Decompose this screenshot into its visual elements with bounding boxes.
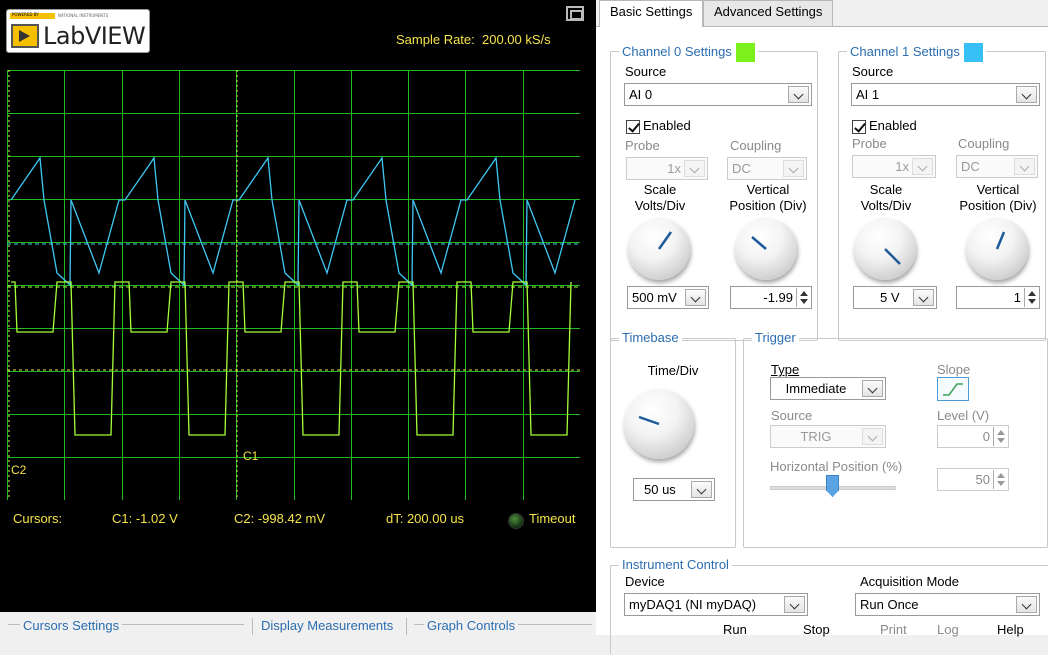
channel0-settings-title: Channel 0 Settings [619, 43, 758, 62]
chevron-down-icon[interactable] [1014, 158, 1035, 175]
labview-logo: POWERED BY NATIONAL INSTRUMENTS LabVIEW [6, 9, 150, 53]
timebase-knob[interactable] [624, 389, 694, 459]
device-select[interactable]: myDAQ1 (NI myDAQ) [624, 593, 808, 616]
channel0-vpos-input[interactable]: -1.99 [730, 286, 812, 309]
logo-text: LabVIEW [43, 22, 146, 50]
chevron-down-icon[interactable] [685, 289, 706, 306]
rising-edge-icon [943, 383, 963, 396]
trigger-hpos-label: Horizontal Position (%) [770, 459, 903, 474]
maximize-icon[interactable] [566, 6, 584, 21]
chevron-down-icon[interactable] [862, 380, 883, 397]
device-label: Device [625, 574, 665, 589]
cursor-c2-label[interactable]: C2 [11, 463, 27, 477]
chevron-down-icon[interactable] [691, 481, 712, 498]
chevron-down-icon[interactable] [862, 428, 883, 445]
acquisition-mode-label: Acquisition Mode [860, 574, 959, 589]
cursor-dt-value: dT: 200.00 us [386, 511, 465, 526]
chevron-down-icon[interactable] [684, 160, 705, 177]
bottom-tab-strip: Cursors Settings Display Measurements Gr… [0, 612, 596, 635]
channel1-enabled-checkbox[interactable] [852, 120, 866, 134]
acquisition-mode-select[interactable]: Run Once [855, 593, 1040, 616]
channel0-scale-label: Scale Volts/Div [634, 182, 686, 213]
tab-basic-settings[interactable]: Basic Settings [599, 0, 704, 27]
logo-powered-by: POWERED BY [12, 12, 39, 17]
cursor-c1-value: C1: -1.02 V [112, 511, 178, 526]
channel0-scale-select[interactable]: 500 mV [627, 286, 709, 309]
trigger-type-label: Type [771, 362, 800, 377]
sample-rate-label: Sample Rate: [396, 32, 475, 47]
cursor-readout-row: Cursors: C1: -1.02 V C2: -998.42 mV dT: … [0, 511, 596, 531]
trigger-level-label: Level (V) [937, 408, 990, 423]
channel0-probe-label: Probe [625, 138, 660, 153]
logo-ni-text: NATIONAL INSTRUMENTS [58, 13, 109, 18]
channel1-vpos-input[interactable]: 1 [956, 286, 1040, 309]
channel0-scale-knob[interactable] [628, 218, 690, 280]
channel1-coupling-select[interactable]: DC [956, 155, 1038, 178]
channel1-coupling-label: Coupling [958, 136, 1010, 151]
labview-logo-icon [11, 24, 39, 48]
timeout-label: Timeout [529, 511, 576, 526]
channel0-enabled-checkbox[interactable] [626, 120, 640, 134]
trigger-title: Trigger [752, 330, 799, 345]
tab-graph-controls[interactable]: Graph Controls [424, 618, 519, 633]
channel0-color-swatch[interactable] [735, 43, 755, 62]
tab-advanced-settings[interactable]: Advanced Settings [703, 0, 834, 26]
channel1-settings-title: Channel 1 Settings [847, 43, 986, 62]
tab-cursors-settings[interactable]: Cursors Settings [20, 618, 123, 633]
cursor-c2-value: C2: -998.42 mV [234, 511, 326, 526]
channel0-vpos-knob[interactable] [735, 218, 797, 280]
chevron-down-icon[interactable] [1016, 86, 1037, 103]
chevron-down-icon[interactable] [912, 158, 933, 175]
channel0-source-select[interactable]: AI 0 [624, 83, 812, 106]
channel1-enabled-label: Enabled [869, 118, 917, 133]
trigger-slope-label: Slope [937, 362, 971, 377]
spinner-icon[interactable] [1024, 288, 1038, 307]
trigger-source-label: Source [771, 408, 813, 423]
channel1-probe-label: Probe [852, 136, 887, 151]
trigger-slope-button[interactable] [937, 377, 969, 401]
channel0-coupling-select[interactable]: DC [727, 157, 807, 180]
spinner-icon[interactable] [993, 470, 1007, 489]
channel0-vpos-label: Vertical Position (Div) [729, 182, 807, 213]
channel1-source-label: Source [852, 64, 894, 79]
channel1-scale-knob[interactable] [854, 218, 916, 280]
instrument-control-title: Instrument Control [619, 557, 732, 572]
timeout-led-icon [508, 513, 524, 529]
settings-panel: Basic Settings Advanced Settings Channel… [596, 0, 1048, 655]
channel1-scale-label: Scale Volts/Div [860, 182, 912, 213]
channel1-source-select[interactable]: AI 1 [851, 83, 1040, 106]
chevron-down-icon[interactable] [1016, 596, 1037, 613]
channel0-source-label: Source [625, 64, 667, 79]
timebase-title: Timebase [619, 330, 682, 345]
channel1-scale-select[interactable]: 5 V [853, 286, 937, 309]
channel0-coupling-label: Coupling [730, 138, 782, 153]
chevron-down-icon[interactable] [788, 86, 809, 103]
trigger-level-input[interactable]: 0 [937, 425, 1009, 448]
tab-display-measurements[interactable]: Display Measurements [261, 618, 393, 633]
channel1-color-swatch[interactable] [963, 43, 983, 62]
sample-rate-readout: Sample Rate: 200.00 kS/s [396, 32, 551, 47]
timebase-select[interactable]: 50 us [633, 478, 715, 501]
channel1-vpos-label: Vertical Position (Div) [959, 182, 1037, 213]
chevron-down-icon[interactable] [784, 596, 805, 613]
cursor-c1-label[interactable]: C1 [243, 449, 259, 463]
channel1-vpos-knob[interactable] [966, 218, 1028, 280]
trigger-type-select[interactable]: Immediate [770, 377, 886, 400]
scope-panel: POWERED BY NATIONAL INSTRUMENTS LabVIEW … [0, 0, 596, 635]
basic-settings-panel: Channel 0 Settings Source AI 0 Enabled P… [596, 26, 1048, 655]
oscilloscope-graph[interactable]: C2 C1 [7, 70, 580, 500]
channel0-enabled-label: Enabled [643, 118, 691, 133]
trigger-source-select[interactable]: TRIG [770, 425, 886, 448]
spinner-icon[interactable] [993, 427, 1007, 446]
channel0-probe-select[interactable]: 1x [626, 157, 708, 180]
trigger-hpos-input[interactable]: 50 [937, 468, 1009, 491]
chevron-down-icon[interactable] [913, 289, 934, 306]
chevron-down-icon[interactable] [783, 160, 804, 177]
channel1-probe-select[interactable]: 1x [852, 155, 936, 178]
timebase-label: Time/Div [647, 363, 699, 378]
sample-rate-value: 200.00 kS/s [482, 32, 551, 47]
spinner-icon[interactable] [796, 288, 810, 307]
cursors-label: Cursors: [13, 511, 63, 526]
